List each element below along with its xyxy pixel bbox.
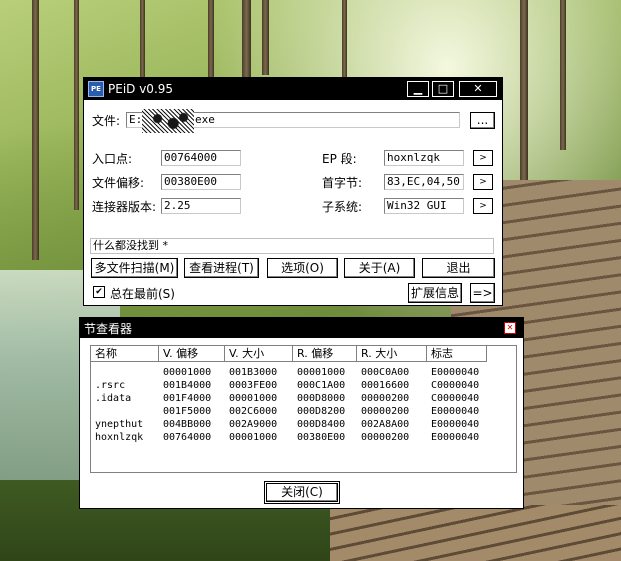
cell-rsize: 00000200 xyxy=(361,406,410,417)
file-label: 文件: xyxy=(92,114,121,128)
cell-name: ynepthut xyxy=(95,419,144,430)
cell-roffset: 000C1A00 xyxy=(297,380,346,391)
cell-roffset: 000D8200 xyxy=(297,406,346,417)
first-bytes-arrow-button[interactable]: > xyxy=(473,174,493,190)
col-header-vsize[interactable]: V. 大小 xyxy=(225,346,293,362)
multi-file-scan-button[interactable]: 多文件扫描(M) xyxy=(91,258,178,278)
table-row[interactable]: .rsrc 001B4000 0003FE00 000C1A00 00016600 C00… xyxy=(91,379,487,392)
cell-vsize: 00001000 xyxy=(229,432,278,443)
ep-section-label: EP 段: xyxy=(322,152,357,166)
entry-point-label: 入口点: xyxy=(92,152,133,166)
table-row[interactable]: hoxnlzqk 00764000 00001000 00380E00 00000200… xyxy=(91,431,487,444)
cell-voffset: 001F5000 xyxy=(163,406,212,417)
maximize-button[interactable]: □ xyxy=(432,81,454,97)
subsystem-arrow-button[interactable]: > xyxy=(473,198,493,214)
cell-roffset: 00380E00 xyxy=(297,432,346,443)
exit-button[interactable]: 退出 xyxy=(422,258,495,278)
cell-voffset: 001F4000 xyxy=(163,393,212,404)
col-header-rsize[interactable]: R. 大小 xyxy=(357,346,427,362)
first-bytes-field[interactable]: 83,EC,04,50 xyxy=(384,174,464,190)
cell-flags: E0000040 xyxy=(431,406,480,417)
cell-rsize: 00016600 xyxy=(361,380,410,391)
col-header-roffset[interactable]: R. 偏移 xyxy=(293,346,357,362)
first-bytes-label: 首字节: xyxy=(322,176,363,190)
peid-window: PE PEiD v0.95 ▁ □ ✕ 文件: E: exe ... 入口点: … xyxy=(83,77,503,306)
cell-name xyxy=(91,405,159,418)
window-title: PEiD v0.95 xyxy=(108,82,174,96)
ep-section-arrow-button[interactable]: > xyxy=(473,150,493,166)
cell-voffset: 00764000 xyxy=(163,432,212,443)
file-path-prefix: E: xyxy=(129,113,143,126)
cell-voffset: 001B4000 xyxy=(163,380,212,391)
cell-roffset: 00001000 xyxy=(297,367,346,378)
col-header-name[interactable]: 名称 xyxy=(91,346,159,362)
cell-rsize: 00000200 xyxy=(361,432,410,443)
ep-section-field[interactable]: hoxnlzqk xyxy=(384,150,464,166)
plugins-next-button[interactable]: => xyxy=(470,283,495,303)
sections-table-header: 名称 V. 偏移 V. 大小 R. 偏移 R. 大小 标志 xyxy=(91,346,516,362)
cell-name: .rsrc xyxy=(95,380,126,391)
linker-version-label: 连接器版本: xyxy=(92,200,157,214)
table-row[interactable]: ynepthut 004BB000 002A9000 000D8400 002A8A00… xyxy=(91,418,487,431)
extended-info-button[interactable]: 扩展信息 xyxy=(408,283,462,303)
cell-flags: E0000040 xyxy=(431,367,480,378)
file-offset-field[interactable]: 00380E00 xyxy=(161,174,241,190)
redacted-filename-scribble xyxy=(142,109,194,133)
cell-vsize: 001B3000 xyxy=(229,367,278,378)
browse-button[interactable]: ... xyxy=(470,112,495,129)
cell-voffset: 004BB000 xyxy=(163,419,212,430)
always-on-top-checkbox[interactable]: ✔ xyxy=(93,286,105,298)
section-viewer-close-icon[interactable]: ✕ xyxy=(504,322,516,334)
cell-flags: C0000040 xyxy=(431,393,480,404)
subsystem-field[interactable]: Win32 GUI xyxy=(384,198,464,214)
task-viewer-button[interactable]: 查看进程(T) xyxy=(184,258,259,278)
section-viewer-title: 节查看器 xyxy=(84,321,133,336)
subsystem-label: 子系统: xyxy=(322,200,363,214)
cell-flags: C0000040 xyxy=(431,380,480,391)
cell-roffset: 000D8400 xyxy=(297,419,346,430)
minimize-button[interactable]: ▁ xyxy=(407,81,429,97)
cell-rsize: 000C0A00 xyxy=(361,367,410,378)
col-header-flags[interactable]: 标志 xyxy=(427,346,487,362)
table-row[interactable]: 00001000 001B3000 00001000 000C0A00 E0000040 xyxy=(91,366,487,379)
cell-rsize: 002A8A00 xyxy=(361,419,410,430)
cell-vsize: 002A9000 xyxy=(229,419,278,430)
peid-titlebar[interactable]: PE PEiD v0.95 ▁ □ ✕ xyxy=(84,78,502,100)
section-viewer-window: 节查看器 ✕ 名称 V. 偏移 V. 大小 R. 偏移 R. 大小 标志 000… xyxy=(79,317,524,509)
close-section-viewer-button[interactable]: 关闭(C) xyxy=(264,481,340,504)
file-offset-label: 文件偏移: xyxy=(92,176,145,190)
cell-flags: E0000040 xyxy=(431,419,480,430)
file-path-ext: exe xyxy=(195,113,215,126)
cell-flags: E0000040 xyxy=(431,432,480,443)
close-button[interactable]: ✕ xyxy=(459,81,497,97)
cell-name: .idata xyxy=(95,393,132,404)
options-button[interactable]: 选项(O) xyxy=(267,258,338,278)
linker-version-field[interactable]: 2.25 xyxy=(161,198,241,214)
cell-name xyxy=(91,366,159,379)
col-header-voffset[interactable]: V. 偏移 xyxy=(159,346,225,362)
scan-result-field[interactable]: 什么都没找到 * xyxy=(90,238,494,254)
sections-table: 名称 V. 偏移 V. 大小 R. 偏移 R. 大小 标志 00001000 00… xyxy=(90,345,517,473)
table-row[interactable]: .idata 001F4000 00001000 000D8000 00000200 C0… xyxy=(91,392,487,405)
cell-roffset: 000D8000 xyxy=(297,393,346,404)
always-on-top-label: 总在最前(S) xyxy=(110,287,175,301)
cell-vsize: 002C6000 xyxy=(229,406,278,417)
entry-point-field[interactable]: 00764000 xyxy=(161,150,241,166)
cell-vsize: 0003FE00 xyxy=(229,380,278,391)
cell-vsize: 00001000 xyxy=(229,393,278,404)
cell-voffset: 00001000 xyxy=(163,367,212,378)
table-row[interactable]: 001F5000 002C6000 000D8200 00000200 E0000040 xyxy=(91,405,487,418)
cell-rsize: 00000200 xyxy=(361,393,410,404)
peid-app-icon: PE xyxy=(88,81,104,97)
section-viewer-titlebar[interactable]: 节查看器 ✕ xyxy=(80,318,523,338)
cell-name: hoxnlzqk xyxy=(95,432,144,443)
about-button[interactable]: 关于(A) xyxy=(344,258,415,278)
